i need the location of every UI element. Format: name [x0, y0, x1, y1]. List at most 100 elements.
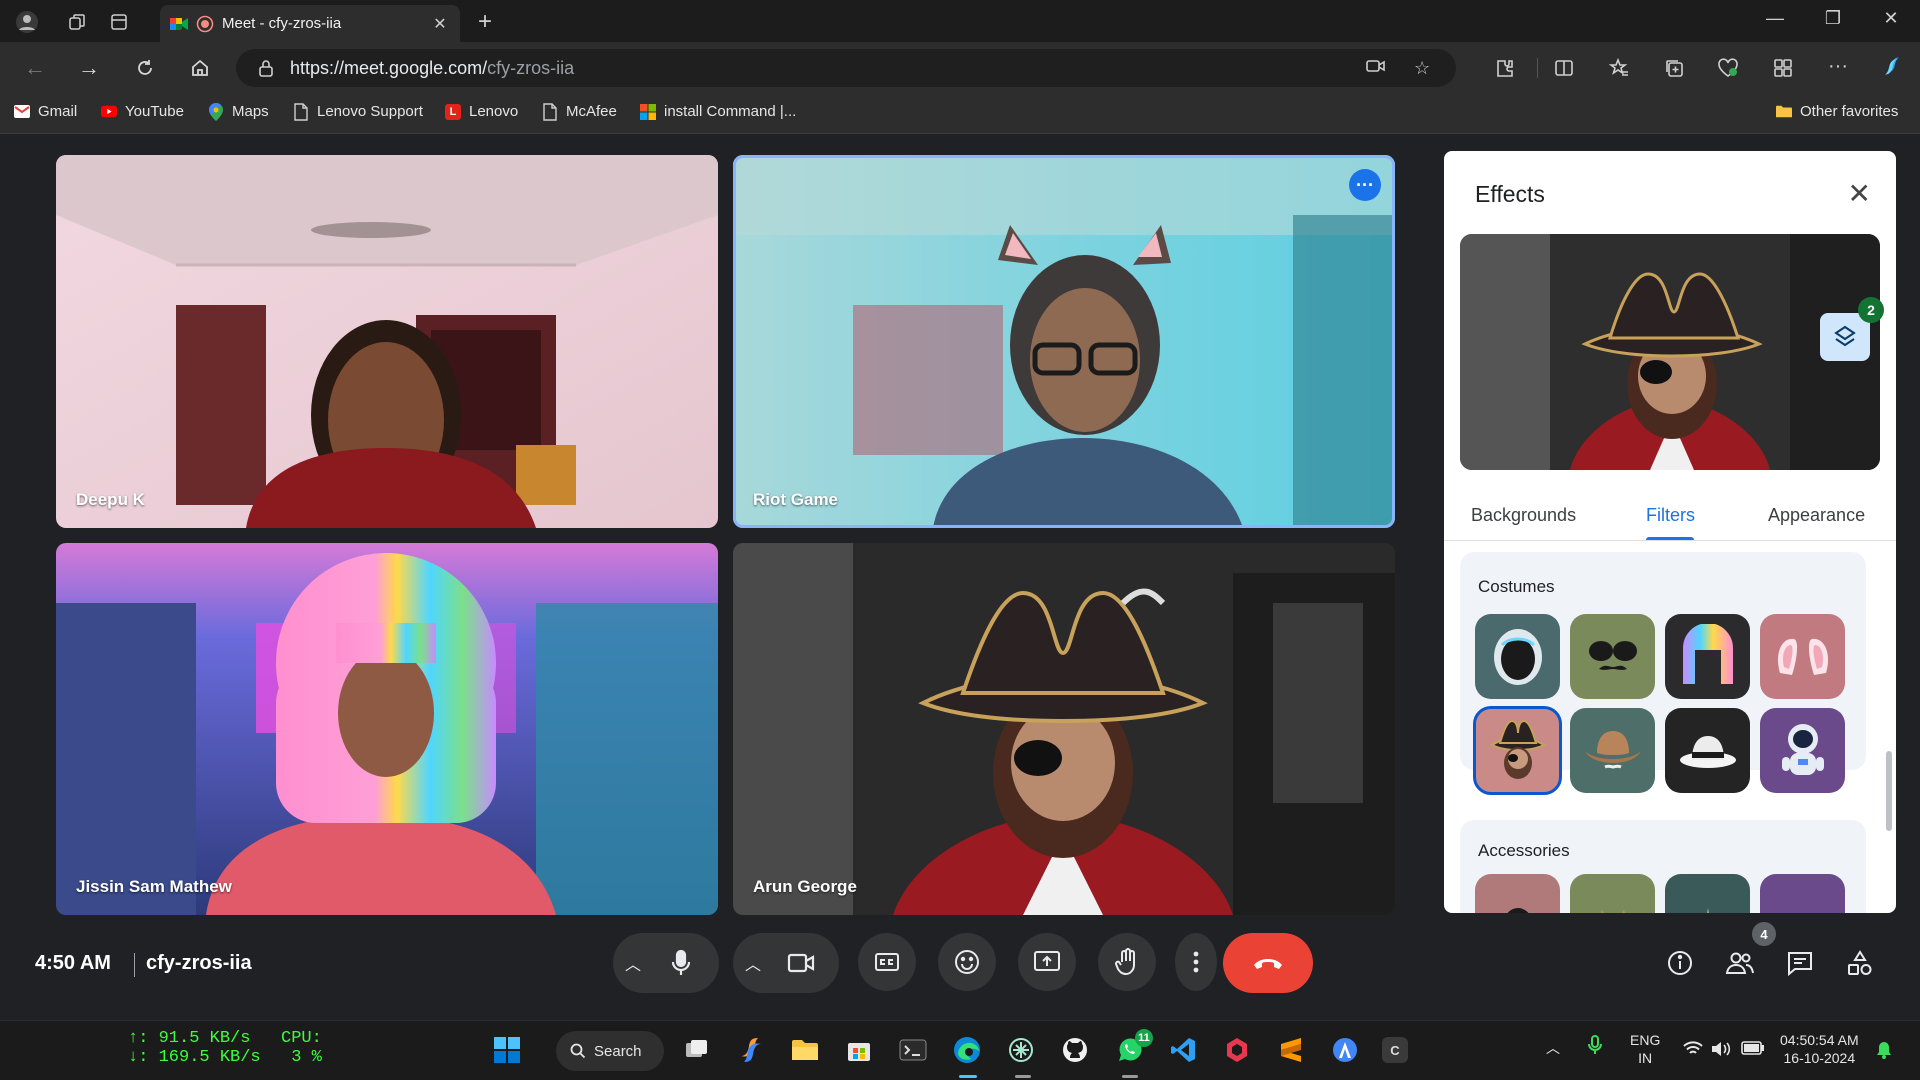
refresh-icon[interactable] [130, 54, 160, 82]
reactions-button[interactable] [938, 933, 996, 991]
costume-astronaut-helmet[interactable] [1475, 614, 1560, 699]
android-studio-icon[interactable] [1328, 1033, 1362, 1067]
raise-hand-button[interactable] [1098, 933, 1156, 991]
snapchat-like-red-icon[interactable] [1220, 1033, 1254, 1067]
favorite-star-icon[interactable]: ☆ [1414, 58, 1430, 79]
costume-sunglasses-mustache[interactable] [1570, 614, 1655, 699]
section-title: Accessories [1478, 841, 1570, 860]
terminal-icon[interactable] [896, 1033, 930, 1067]
collections-icon[interactable] [1662, 56, 1686, 80]
workspaces-icon[interactable] [64, 9, 90, 35]
split-screen-icon[interactable] [1552, 56, 1576, 80]
bookmark-install-command[interactable]: install Command |... [640, 103, 796, 120]
profile-avatar[interactable] [14, 9, 40, 35]
participant-video [56, 155, 718, 528]
taskbar-search[interactable]: Search [556, 1031, 664, 1071]
camera-in-use-icon[interactable] [1366, 58, 1386, 74]
activities-icon[interactable] [1845, 948, 1875, 978]
whatsapp-unread-badge: 11 [1135, 1029, 1153, 1047]
present-button[interactable] [1018, 933, 1076, 991]
costume-fedora[interactable] [1665, 708, 1750, 793]
restore-icon[interactable]: ❐ [1808, 8, 1858, 29]
favorites-icon[interactable] [1607, 56, 1631, 80]
browser-tab-bar: Meet - cfy-zros-iia ✕ + — ❐ ✕ [0, 0, 1920, 42]
bookmark-maps[interactable]: Maps [208, 102, 269, 121]
copilot-taskbar-icon[interactable] [734, 1033, 768, 1067]
chatgpt-icon[interactable] [1004, 1033, 1038, 1067]
bookmark-lenovo[interactable]: L Lenovo [445, 103, 518, 120]
show-hidden-icons[interactable]: ︿ [1546, 1039, 1560, 1057]
back-icon[interactable]: ← [20, 54, 50, 82]
accessory-item[interactable] [1760, 874, 1845, 913]
bookmark-youtube[interactable]: YouTube [101, 103, 184, 120]
wifi-icon[interactable] [1683, 1041, 1703, 1057]
apps-icon[interactable] [1771, 56, 1795, 80]
battery-icon[interactable] [1741, 1041, 1765, 1055]
tab-close-icon[interactable]: ✕ [430, 14, 450, 34]
new-tab-icon[interactable]: + [478, 8, 492, 36]
more-menu-icon[interactable]: ··· [1826, 54, 1850, 78]
accessory-item[interactable] [1570, 874, 1655, 913]
start-button[interactable] [490, 1033, 524, 1067]
sublime-text-icon[interactable] [1274, 1033, 1308, 1067]
participant-tile[interactable]: Jissin Sam Mathew [56, 543, 718, 915]
costume-cowboy-hat[interactable] [1570, 708, 1655, 793]
github-icon[interactable] [1058, 1033, 1092, 1067]
task-view-icon[interactable] [680, 1033, 714, 1067]
participant-tile-active[interactable]: ··· Riot Game [733, 155, 1395, 528]
tile-more-options-icon[interactable]: ··· [1349, 169, 1381, 201]
leave-call-button[interactable] [1223, 933, 1313, 993]
bookmark-other-favorites[interactable]: Other favorites [1776, 103, 1898, 120]
microphone-icon [671, 949, 691, 975]
microsoft-store-icon[interactable] [842, 1033, 876, 1067]
copilot-icon[interactable] [1880, 54, 1904, 78]
costume-astronaut[interactable] [1760, 708, 1845, 793]
volume-icon[interactable] [1711, 1041, 1731, 1057]
audio-options-chevron-icon[interactable]: ︿ [613, 951, 653, 975]
lock-icon[interactable] [258, 59, 274, 77]
microphone-button[interactable] [653, 935, 709, 991]
file-explorer-icon[interactable] [788, 1033, 822, 1067]
forward-icon[interactable]: → [74, 54, 104, 82]
video-options-chevron-icon[interactable]: ︿ [733, 951, 773, 975]
c-app-icon[interactable]: C [1382, 1037, 1408, 1063]
extensions-icon[interactable] [1493, 56, 1517, 80]
bookmark-lenovo-support[interactable]: Lenovo Support [293, 102, 423, 121]
notifications-bell-icon[interactable] [1876, 1041, 1892, 1059]
windows-taskbar: ↑: 91.5 KB/s CPU: ↓: 169.5 KB/s 3 % Sear… [0, 1020, 1920, 1080]
meeting-details-icon[interactable] [1665, 948, 1695, 978]
effects-close-icon[interactable]: ✕ [1848, 177, 1871, 210]
edge-icon[interactable] [950, 1033, 984, 1067]
gmail-icon [14, 104, 30, 120]
browser-essentials-icon[interactable] [1716, 56, 1740, 80]
window-close-icon[interactable]: ✕ [1866, 8, 1916, 29]
accessory-item[interactable] [1665, 874, 1750, 913]
tab-backgrounds[interactable]: Backgrounds [1471, 505, 1576, 526]
costume-rainbow-wig[interactable] [1665, 614, 1750, 699]
camera-button[interactable] [773, 935, 829, 991]
bookmark-gmail[interactable]: Gmail [14, 103, 77, 120]
home-icon[interactable] [185, 54, 215, 82]
active-tab[interactable]: Meet - cfy-zros-iia ✕ [160, 5, 460, 42]
people-icon[interactable] [1725, 948, 1755, 978]
system-clock[interactable]: 04:50:54 AM 16-10-2024 [1780, 1031, 1859, 1067]
mic-in-use-icon[interactable] [1588, 1035, 1602, 1055]
captions-button[interactable] [858, 933, 916, 991]
costume-bunny-ears[interactable] [1760, 614, 1845, 699]
vscode-icon[interactable] [1166, 1033, 1200, 1067]
more-options-button[interactable] [1175, 933, 1217, 991]
vertical-tabs-icon[interactable] [106, 9, 132, 35]
tab-filters[interactable]: Filters [1646, 505, 1695, 526]
accessory-item[interactable] [1475, 874, 1560, 913]
participant-tile[interactable]: Arun George [733, 543, 1395, 915]
minimize-icon[interactable]: — [1750, 8, 1800, 29]
input-language[interactable]: ENG IN [1630, 1031, 1660, 1067]
costume-pirate-hat[interactable] [1473, 706, 1562, 795]
tab-appearance[interactable]: Appearance [1768, 505, 1865, 526]
url-bar[interactable]: https://meet.google.com/cfy-zros-iia ☆ [236, 49, 1456, 87]
effects-title: Effects [1475, 181, 1545, 207]
bookmark-mcafee[interactable]: McAfee [542, 102, 617, 121]
participant-tile[interactable]: Deepu K [56, 155, 718, 528]
chat-icon[interactable] [1785, 948, 1815, 978]
panel-scrollbar[interactable] [1886, 751, 1892, 831]
